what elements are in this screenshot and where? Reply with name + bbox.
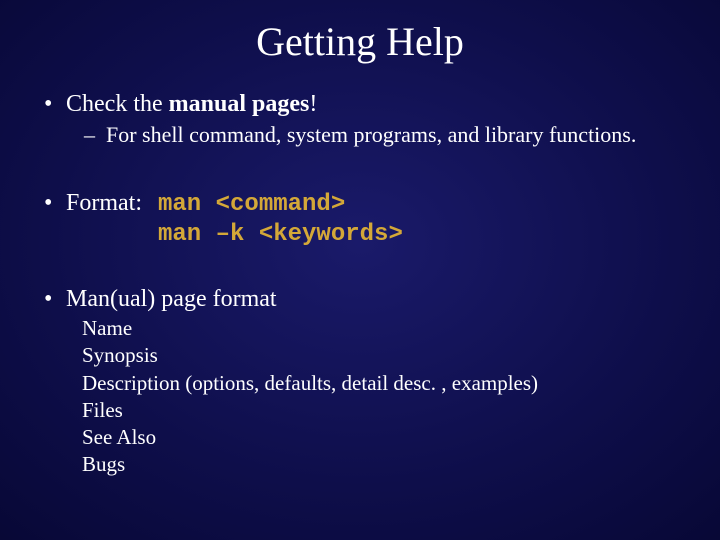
bullet-check-manual: Check the manual pages! For shell comman… bbox=[40, 91, 680, 148]
list-item: Description (options, defaults, detail d… bbox=[82, 370, 680, 397]
list-item: See Also bbox=[82, 424, 680, 451]
slide-title: Getting Help bbox=[40, 0, 680, 65]
bullet1-prefix: Check the bbox=[66, 91, 169, 117]
sub-list-1: For shell command, system programs, and … bbox=[84, 122, 680, 148]
format-label: Format: bbox=[66, 190, 142, 216]
list-item: Bugs bbox=[82, 451, 680, 478]
manpage-sections-list: Name Synopsis Description (options, defa… bbox=[82, 315, 680, 479]
bullet1-bold: manual pages bbox=[169, 91, 310, 117]
manpage-format-label: Man(ual) page format bbox=[66, 286, 277, 312]
bullet-format: Format: man <command> man –k <keywords> bbox=[40, 190, 680, 250]
cmd-man-keywords: man –k <keywords> bbox=[158, 221, 403, 248]
sub1-item: For shell command, system programs, and … bbox=[84, 122, 680, 148]
list-item: Name bbox=[82, 315, 680, 342]
bullet-manpage-format: Man(ual) page format Name Synopsis Descr… bbox=[40, 286, 680, 479]
main-list: Check the manual pages! For shell comman… bbox=[40, 91, 680, 479]
bullet1-suffix: ! bbox=[309, 91, 317, 117]
list-item: Synopsis bbox=[82, 342, 680, 369]
cmd-man-command: man <command> bbox=[158, 191, 345, 218]
list-item: Files bbox=[82, 397, 680, 424]
format-commands: man <command> man –k <keywords> bbox=[158, 190, 403, 250]
